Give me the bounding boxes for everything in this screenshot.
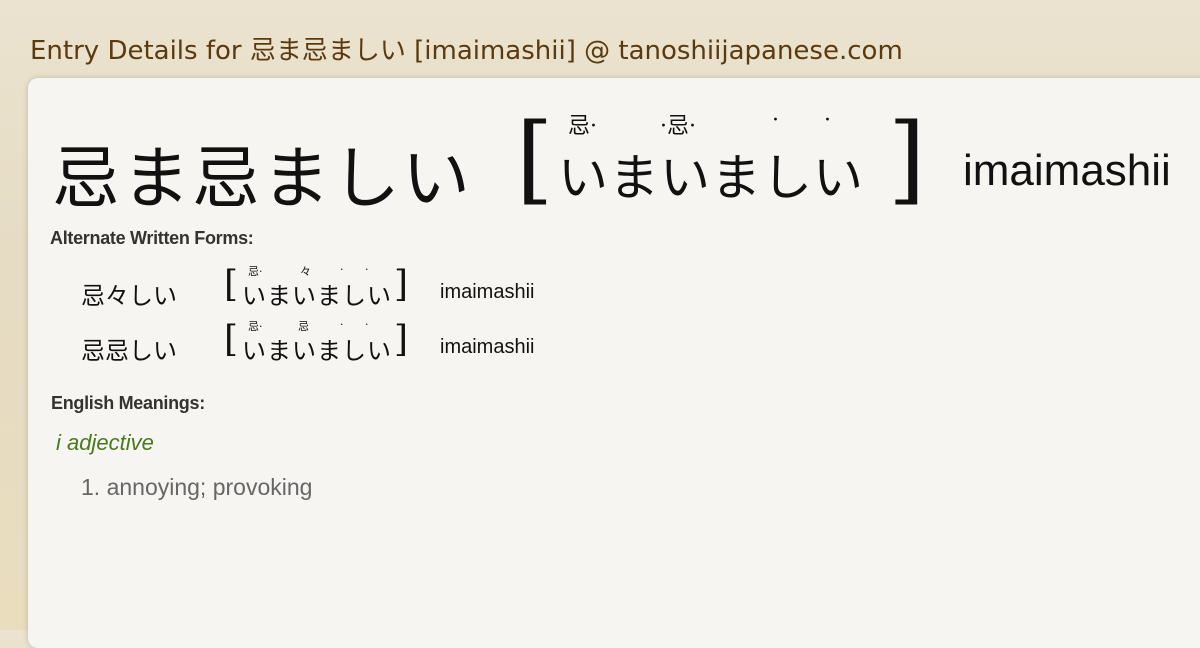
main-reading-kana: いまいましい (558, 149, 864, 207)
entry-card: 忌ま忌ましい [ 忌· ·忌· · · いまいましい ] imaimashii … (28, 78, 1200, 648)
part-of-speech: i adjective (56, 430, 154, 455)
alt-furigana: · (340, 318, 344, 331)
main-furigana: · (772, 108, 779, 133)
alt-bracket-open: [ (224, 264, 239, 305)
english-meanings-label: English Meanings: (51, 393, 205, 413)
alt-reading-kana: いまいましい (242, 282, 392, 310)
main-bracket-open: [ (516, 103, 554, 215)
main-furigana: ·忌· (660, 114, 696, 139)
main-bracket-close: ] (888, 103, 926, 215)
alt-bracket-close: ] (394, 264, 409, 305)
alt-furigana: · (365, 318, 369, 331)
alt-romaji: imaimashii (440, 336, 535, 358)
alt-furigana: · (365, 263, 369, 276)
main-furigana: 忌· (568, 114, 597, 139)
main-furigana: · (824, 108, 831, 133)
alt-term: 忌忌しい (81, 337, 177, 365)
main-term: 忌ま忌ましい (52, 140, 473, 219)
alt-bracket-open: [ (224, 319, 239, 360)
alt-reading-kana: いまいましい (242, 337, 392, 365)
alt-term: 忌々しい (81, 282, 177, 310)
alternate-forms-label: Alternate Written Forms: (50, 228, 254, 248)
page-title: Entry Details for 忌ま忌ましい [imaimashii] @ … (30, 36, 903, 66)
alt-bracket-close: ] (394, 319, 409, 360)
alt-romaji: imaimashii (440, 281, 535, 303)
meaning-item: 1. annoying; provoking (81, 474, 313, 500)
main-romaji: imaimashii (963, 146, 1171, 195)
alt-furigana: · (340, 263, 344, 276)
